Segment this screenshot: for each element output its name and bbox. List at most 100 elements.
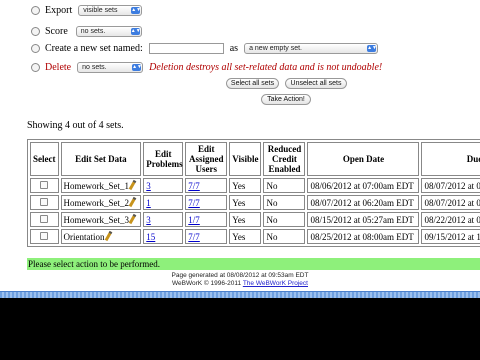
assigned-cell: 7/7 bbox=[185, 178, 228, 193]
set-name-cell: Orientation bbox=[60, 229, 142, 244]
table-row: Homework_Set_2 1 7/7 Yes No 08/07/2012 at 06:… bbox=[30, 195, 480, 210]
due-date-cell: 08/07/2012 at 0 bbox=[421, 195, 480, 210]
create-radio[interactable] bbox=[31, 44, 40, 53]
edit-assigned-users-link[interactable]: 7/7 bbox=[188, 181, 200, 191]
problems-cell: 3 bbox=[143, 178, 184, 193]
select-cell bbox=[30, 178, 59, 193]
table-row: Homework_Set_3 3 1/7 Yes No 08/15/2012 at 05:… bbox=[30, 212, 480, 227]
reduced-credit-cell: No bbox=[263, 195, 306, 210]
due-date-cell: 08/22/2012 at 0 bbox=[421, 212, 480, 227]
webwork-project-link[interactable]: The WeBWorK Project bbox=[243, 280, 308, 287]
copyright-line: WeBWorK © 1996-2011 The WeBWorK Project bbox=[0, 280, 480, 288]
edit-assigned-users-link[interactable]: 7/7 bbox=[188, 232, 200, 242]
table-row: Homework_Set_1 3 7/7 Yes No 08/06/2012 at 07:… bbox=[30, 178, 480, 193]
row-select-checkbox[interactable] bbox=[40, 180, 49, 189]
problems-cell: 3 bbox=[143, 212, 184, 227]
sets-table: Select Edit Set Data Edit Problems Edit … bbox=[27, 139, 480, 247]
header-visible: Visible bbox=[229, 142, 262, 176]
due-date-cell: 09/15/2012 at 1 bbox=[421, 229, 480, 244]
reduced-credit-cell: No bbox=[263, 212, 306, 227]
status-message: Please select action to be performed. bbox=[27, 258, 480, 270]
score-option-row: Score no sets. ▲▼ bbox=[31, 26, 142, 37]
open-date-cell: 08/07/2012 at 06:20am EDT bbox=[307, 195, 420, 210]
edit-problems-link[interactable]: 1 bbox=[146, 198, 151, 208]
new-set-name-input[interactable] bbox=[148, 43, 224, 54]
export-option-row: Export visible sets ▲▼ bbox=[31, 5, 143, 16]
export-radio[interactable] bbox=[31, 6, 40, 15]
take-action-button[interactable]: Take Action! bbox=[261, 94, 311, 105]
open-date-cell: 08/15/2012 at 05:27am EDT bbox=[307, 212, 420, 227]
header-edit-problems: Edit Problems bbox=[143, 142, 184, 176]
reduced-credit-cell: No bbox=[263, 229, 306, 244]
row-select-checkbox[interactable] bbox=[40, 231, 49, 240]
delete-warning: Deletion destroys all set-related data a… bbox=[149, 62, 383, 73]
header-open-date: Open Date bbox=[307, 142, 420, 176]
assigned-cell: 7/7 bbox=[185, 229, 228, 244]
score-radio[interactable] bbox=[31, 27, 40, 36]
open-date-cell: 08/06/2012 at 07:00am EDT bbox=[307, 178, 420, 193]
edit-problems-link[interactable]: 3 bbox=[146, 181, 151, 191]
edit-problems-link[interactable]: 15 bbox=[146, 232, 155, 242]
create-option-row: Create a new set named: as a new empty s… bbox=[31, 43, 379, 54]
delete-label: Delete bbox=[45, 62, 72, 73]
table-header-row: Select Edit Set Data Edit Problems Edit … bbox=[30, 142, 480, 176]
reduced-credit-cell: No bbox=[263, 178, 306, 193]
copyright-text: WeBWorK © 1996-2011 bbox=[172, 280, 242, 287]
page-generated-text: Page generated at 08/08/2012 at 09:53am … bbox=[171, 272, 309, 279]
create-type-select[interactable]: a new empty set. ▲▼ bbox=[244, 43, 379, 54]
edit-assigned-users-link[interactable]: 7/7 bbox=[188, 198, 200, 208]
chevron-down-icon: ▲▼ bbox=[132, 64, 142, 71]
select-cell bbox=[30, 212, 59, 227]
problems-cell: 1 bbox=[143, 195, 184, 210]
header-edit-assigned: Edit Assigned Users bbox=[185, 142, 228, 176]
score-label: Score bbox=[45, 26, 68, 37]
create-as-label: as bbox=[229, 43, 239, 54]
set-name-cell: Homework_Set_3 bbox=[60, 212, 142, 227]
visible-cell: Yes bbox=[229, 195, 262, 210]
header-reduced-credit: Reduced Credit Enabled bbox=[263, 142, 306, 176]
unselect-all-button[interactable]: Unselect all sets bbox=[285, 78, 347, 89]
select-cell bbox=[30, 195, 59, 210]
header-edit-set: Edit Set Data bbox=[60, 142, 142, 176]
export-select[interactable]: visible sets ▲▼ bbox=[78, 5, 143, 16]
table-row: Orientation 15 7/7 Yes No 08/25/2012 at 08:00… bbox=[30, 229, 480, 244]
set-name: Homework_Set_3 bbox=[63, 215, 130, 225]
chevron-down-icon: ▲▼ bbox=[130, 28, 141, 35]
set-name: Homework_Set_2 bbox=[63, 198, 130, 208]
set-name-cell: Homework_Set_1 bbox=[60, 178, 142, 193]
due-date-cell: 08/07/2012 at 0 bbox=[421, 178, 480, 193]
pencil-icon[interactable] bbox=[104, 230, 112, 242]
create-label: Create a new set named: bbox=[45, 43, 143, 54]
header-select: Select bbox=[30, 142, 59, 176]
problems-cell: 15 bbox=[143, 229, 184, 244]
score-select[interactable]: no sets. ▲▼ bbox=[75, 26, 142, 37]
pencil-icon[interactable] bbox=[128, 213, 137, 225]
set-name: Orientation bbox=[63, 232, 105, 242]
showing-count: Showing 4 out of 4 sets. bbox=[27, 120, 124, 131]
chevron-down-icon: ▲▼ bbox=[367, 45, 377, 52]
webwork-page: Export visible sets ▲▼ Score no sets. ▲▼… bbox=[0, 0, 480, 298]
header-due-date: Due D bbox=[421, 142, 480, 176]
visible-cell: Yes bbox=[229, 212, 262, 227]
select-cell bbox=[30, 229, 59, 244]
row-select-checkbox[interactable] bbox=[40, 197, 49, 206]
assigned-cell: 7/7 bbox=[185, 195, 228, 210]
delete-radio[interactable] bbox=[31, 63, 40, 72]
edit-assigned-users-link[interactable]: 1/7 bbox=[188, 215, 200, 225]
set-name: Homework_Set_1 bbox=[63, 181, 130, 191]
pencil-icon[interactable] bbox=[128, 196, 137, 208]
chevron-down-icon: ▲▼ bbox=[131, 7, 142, 14]
horizontal-scrollbar[interactable] bbox=[0, 291, 480, 298]
export-label: Export bbox=[45, 5, 73, 16]
open-date-cell: 08/25/2012 at 08:00am EDT bbox=[307, 229, 420, 244]
page-footer: Page generated at 08/08/2012 at 09:53am … bbox=[0, 272, 480, 288]
assigned-cell: 1/7 bbox=[185, 212, 228, 227]
select-all-button[interactable]: Select all sets bbox=[226, 78, 279, 89]
visible-cell: Yes bbox=[229, 229, 262, 244]
edit-problems-link[interactable]: 3 bbox=[146, 215, 151, 225]
delete-option-row: Delete no sets. ▲▼ Deletion destroys all… bbox=[31, 62, 382, 73]
pencil-icon[interactable] bbox=[128, 179, 137, 191]
set-name-cell: Homework_Set_2 bbox=[60, 195, 142, 210]
delete-select[interactable]: no sets. ▲▼ bbox=[77, 62, 144, 73]
row-select-checkbox[interactable] bbox=[40, 214, 49, 223]
